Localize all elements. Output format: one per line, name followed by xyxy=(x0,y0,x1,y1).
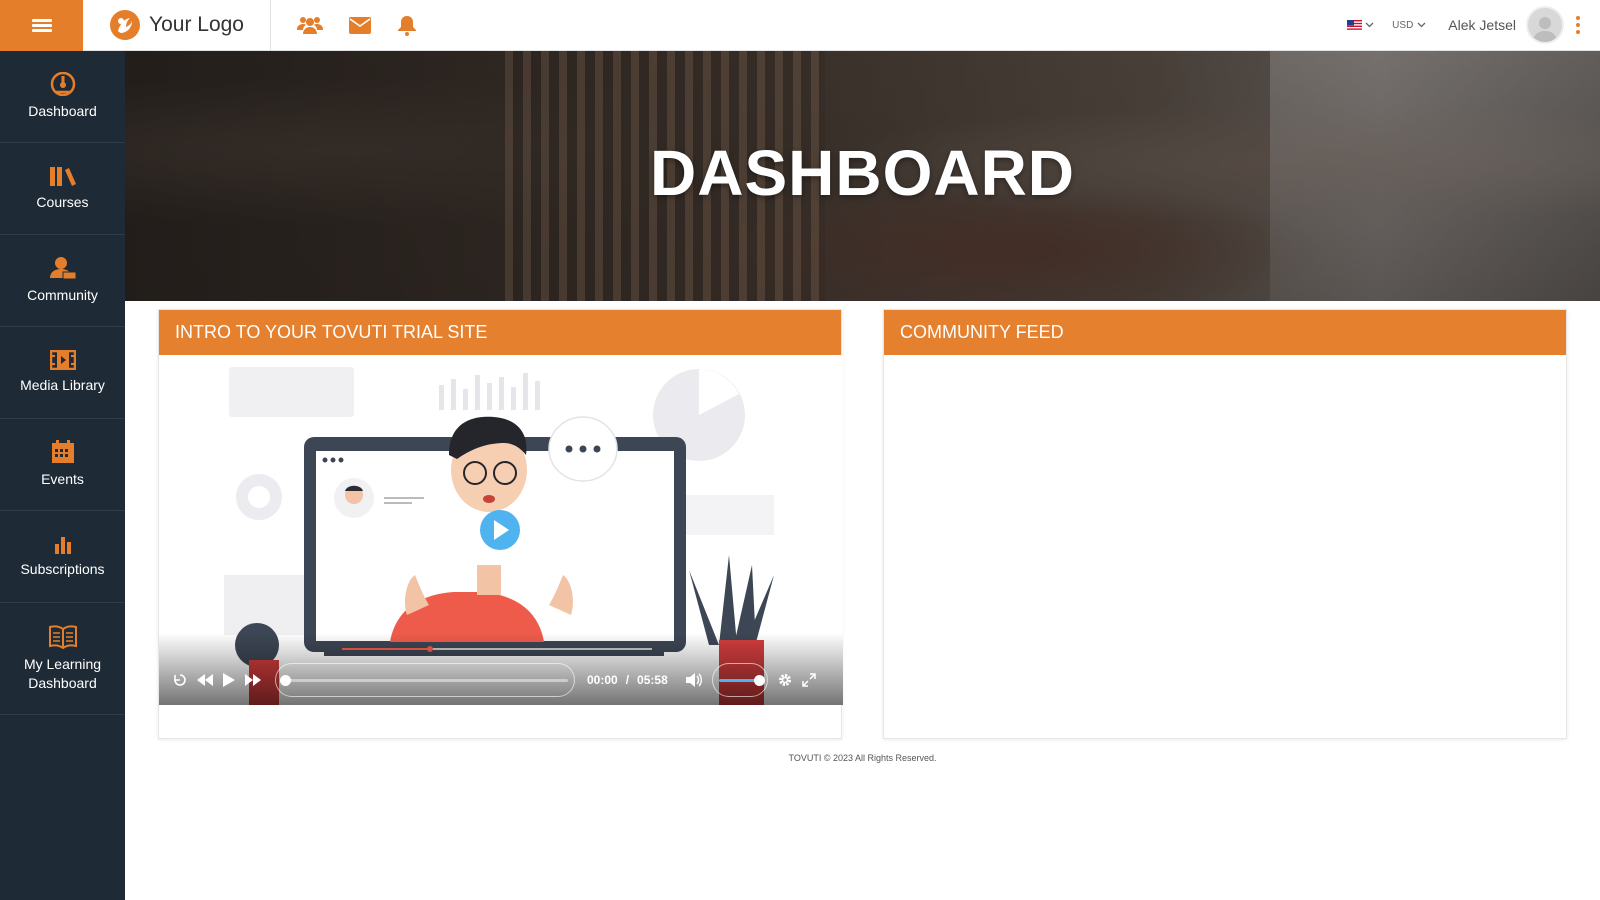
sidebar: Dashboard Courses Community Media Librar… xyxy=(0,51,125,900)
currency-label: USD xyxy=(1392,19,1414,31)
logo-text: Your Logo xyxy=(149,13,244,36)
menu-toggle-button[interactable] xyxy=(0,0,83,51)
video-progress-bar[interactable] xyxy=(275,663,575,697)
community-feed-title: COMMUNITY FEED xyxy=(884,310,1566,355)
calendar-icon xyxy=(51,440,74,463)
currency-selector[interactable]: USD xyxy=(1392,20,1426,31)
fast-forward-button[interactable] xyxy=(245,674,261,686)
volume-icon xyxy=(685,673,702,687)
mute-button[interactable] xyxy=(685,673,702,687)
duration: 05:58 xyxy=(637,673,668,687)
film-icon xyxy=(49,350,76,370)
sidebar-item-media-library[interactable]: Media Library xyxy=(0,327,125,419)
community-icon xyxy=(49,257,76,280)
video-time: 00:00 / 05:58 xyxy=(583,673,672,687)
fast-forward-icon xyxy=(245,674,261,686)
page-title: DASHBOARD xyxy=(650,137,1075,209)
play-button[interactable] xyxy=(223,673,235,687)
footer-copyright: TOVUTI © 2023 All Rights Reserved. xyxy=(788,753,937,763)
bar-chart-icon xyxy=(54,537,71,554)
video-controls: 00:00 / 05:58 xyxy=(159,663,843,697)
top-bar: Your Logo USD Alek Jetsel xyxy=(0,0,1600,51)
user-avatar-icon xyxy=(1533,17,1557,42)
sidebar-item-my-learning-dashboard[interactable]: My Learning Dashboard xyxy=(0,603,125,715)
volume-handle[interactable] xyxy=(753,674,765,686)
user-name[interactable]: Alek Jetsel xyxy=(1448,17,1516,33)
hamburger-icon xyxy=(31,17,52,34)
volume-track xyxy=(718,674,765,686)
chevron-down-icon xyxy=(1365,22,1374,28)
sidebar-item-label: Media Library xyxy=(20,377,105,393)
avatar[interactable] xyxy=(1526,6,1564,44)
intro-card: INTRO TO YOUR TOVUTI TRIAL SITE 00:00 / … xyxy=(158,309,843,739)
replay-button[interactable] xyxy=(173,673,187,687)
language-selector[interactable] xyxy=(1347,20,1374,30)
sidebar-item-label: My Learning Dashboard xyxy=(23,655,102,691)
fullscreen-button[interactable] xyxy=(802,673,816,687)
progress-track xyxy=(280,674,568,686)
progress-handle[interactable] xyxy=(280,674,291,686)
logo[interactable]: Your Logo xyxy=(83,0,271,51)
gear-icon xyxy=(778,674,791,686)
rewind-icon xyxy=(197,674,213,686)
sidebar-item-label: Dashboard xyxy=(28,103,97,119)
volume-slider[interactable] xyxy=(711,663,768,697)
logo-icon xyxy=(110,10,140,40)
sidebar-item-label: Events xyxy=(41,471,84,487)
sidebar-item-events[interactable]: Events xyxy=(0,419,125,511)
bell-icon[interactable] xyxy=(397,15,417,36)
sidebar-item-label: Subscriptions xyxy=(20,561,105,577)
play-icon xyxy=(223,673,235,687)
settings-button[interactable] xyxy=(778,673,792,687)
mail-icon[interactable] xyxy=(348,16,371,34)
replay-icon xyxy=(174,674,186,686)
hero-banner: DASHBOARD xyxy=(125,51,1600,301)
dashboard-gauge-icon xyxy=(50,72,75,96)
sidebar-item-subscriptions[interactable]: Subscriptions xyxy=(0,511,125,603)
books-icon xyxy=(49,167,76,186)
sidebar-item-dashboard[interactable]: Dashboard xyxy=(0,51,125,143)
chevron-down-icon xyxy=(1417,22,1426,28)
sidebar-item-label: Community xyxy=(27,287,98,303)
users-icon[interactable] xyxy=(296,15,323,35)
community-feed-card: COMMUNITY FEED xyxy=(883,309,1567,739)
current-time: 00:00 xyxy=(587,673,618,687)
rewind-button[interactable] xyxy=(197,674,213,686)
sidebar-item-label: Courses xyxy=(36,194,89,210)
fullscreen-icon xyxy=(802,673,816,687)
us-flag-icon xyxy=(1347,20,1363,30)
sidebar-item-community[interactable]: Community xyxy=(0,235,125,327)
video-player[interactable]: 00:00 / 05:58 xyxy=(159,355,843,705)
time-separator: / xyxy=(625,673,630,687)
intro-card-title: INTRO TO YOUR TOVUTI TRIAL SITE xyxy=(159,310,841,355)
more-options-icon[interactable] xyxy=(1576,16,1580,34)
open-book-icon xyxy=(48,624,77,649)
sidebar-item-courses[interactable]: Courses xyxy=(0,143,125,235)
